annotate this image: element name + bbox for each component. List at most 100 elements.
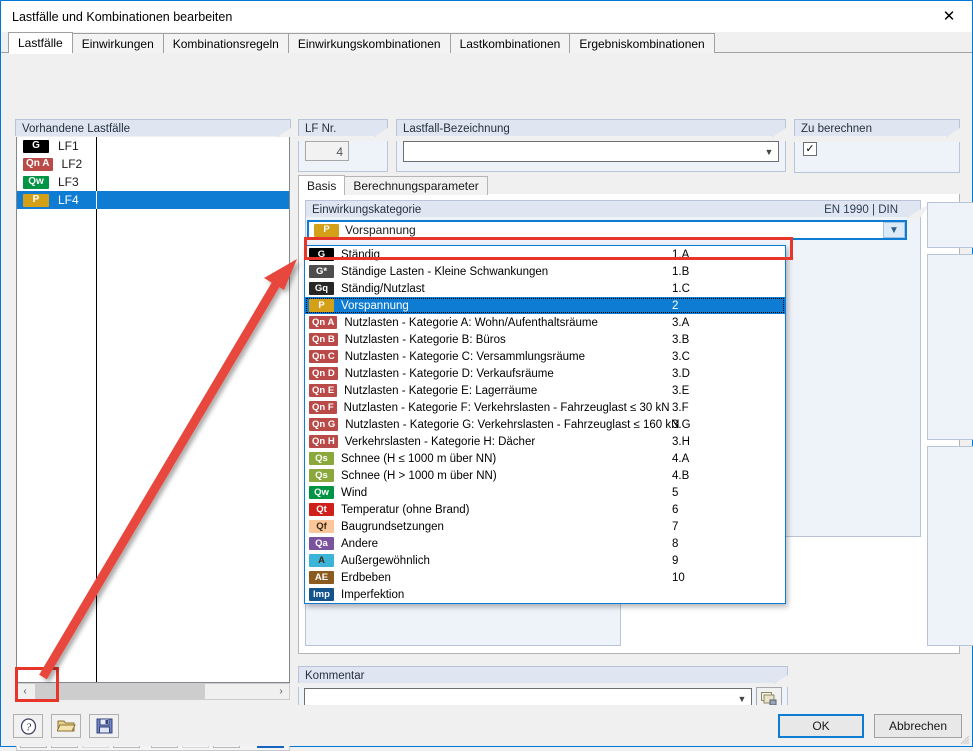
category-label: Imperfektion — [341, 588, 405, 601]
scroll-right-icon[interactable]: › — [273, 686, 289, 697]
load-case-name: LF4 — [58, 193, 79, 207]
category-label: Andere — [341, 537, 379, 550]
category-badge: Qn H — [309, 435, 338, 448]
lf-number-input[interactable]: 4 — [305, 141, 349, 161]
tab-label: Ergebniskombinationen — [579, 36, 705, 51]
dropdown-option[interactable]: Qs Schnee (H ≤ 1000 m über NN) 4.A — [305, 450, 785, 467]
tab-lastkombinationen[interactable]: Lastkombinationen — [449, 33, 571, 53]
tab-einwirkungskombinationen[interactable]: Einwirkungskombinationen — [287, 33, 451, 53]
group-title: Kommentar — [305, 669, 365, 682]
dropdown-option[interactable]: Qa Andere 8 — [305, 535, 785, 552]
load-case-badge: Qn A — [23, 157, 53, 171]
chevron-down-icon[interactable]: ▼ — [760, 147, 778, 157]
load-case-list[interactable]: G LF1 Qn A LF2 Qw LF3 P LF4 — [16, 137, 290, 683]
dropdown-option[interactable]: Qt Temperatur (ohne Brand) 6 — [305, 501, 785, 518]
list-item[interactable]: Qw LF3 — [17, 173, 289, 191]
group-title: Einwirkungskategorie — [312, 203, 422, 216]
cancel-button[interactable]: Abbrechen — [874, 714, 962, 738]
category-code: 3.F — [672, 401, 689, 414]
group-body: 4 — [298, 141, 388, 172]
dropdown-option[interactable]: Qn H Verkehrslasten - Kategorie H: Dächer… — [305, 433, 785, 450]
load-case-badge: P — [23, 193, 49, 207]
list-item[interactable]: G LF1 — [17, 137, 289, 155]
load-case-badge: G — [23, 139, 49, 153]
category-code: 10 — [672, 571, 685, 584]
tab-kombinationsregeln[interactable]: Kombinationsregeln — [162, 33, 289, 53]
category-badge: Qn F — [309, 401, 337, 414]
save-button[interactable] — [89, 714, 119, 738]
floppy-save-icon — [96, 718, 112, 734]
help-button[interactable]: ? — [13, 714, 43, 738]
load-case-name: LF3 — [58, 175, 79, 189]
list-horizontal-scrollbar[interactable]: ‹ › — [16, 683, 290, 700]
category-badge: G — [309, 248, 334, 261]
category-code: 1.A — [672, 248, 690, 261]
dropdown-option[interactable]: Qw Wind 5 — [305, 484, 785, 501]
category-badge: Qs — [309, 469, 334, 482]
tab-lastfaelle[interactable]: Lastfälle — [8, 32, 73, 54]
action-category-combo[interactable]: P Vorspannung ▼ — [307, 220, 907, 240]
right-panel-box-2 — [927, 254, 973, 440]
dropdown-option[interactable]: Qn E Nutzlasten - Kategorie E: Lagerräume… — [305, 382, 785, 399]
dropdown-option[interactable]: Qn B Nutzlasten - Kategorie B: Büros 3.B — [305, 331, 785, 348]
category-label: Ständig/Nutzlast — [341, 282, 425, 295]
group-body: ✓ — [794, 142, 960, 173]
tab-ergebniskombinationen[interactable]: Ergebniskombinationen — [569, 33, 715, 53]
category-code: 3.E — [672, 384, 690, 397]
open-button[interactable] — [51, 714, 81, 738]
ok-label: OK — [812, 719, 830, 733]
category-badge: Qn E — [309, 384, 338, 397]
dropdown-option[interactable]: Gq Ständig/Nutzlast 1.C — [305, 280, 785, 297]
close-icon[interactable]: ✕ — [926, 1, 972, 31]
category-code: 1.C — [672, 282, 690, 295]
corner-notch — [774, 667, 800, 684]
category-badge: P — [309, 299, 334, 312]
tab-basis[interactable]: Basis — [298, 175, 346, 196]
category-label: Außergewöhnlich — [341, 554, 430, 567]
list-item[interactable]: Qn A LF2 — [17, 155, 289, 173]
tab-einwirkungen[interactable]: Einwirkungen — [71, 33, 164, 53]
existing-load-cases-group: Vorhandene Lastfälle — [15, 119, 291, 136]
scroll-left-icon[interactable]: ‹ — [17, 686, 33, 697]
category-code: 3.A — [672, 316, 690, 329]
scrollbar-thumb[interactable] — [35, 684, 205, 699]
chevron-down-icon[interactable]: ▼ — [883, 222, 905, 238]
action-category-dropdown-list[interactable]: G Ständig 1.A G* Ständige Lasten - Kleine Sc… — [304, 245, 786, 604]
designation-combo[interactable]: ▼ — [403, 141, 779, 162]
dropdown-option[interactable]: Qf Baugrundsetzungen 7 — [305, 518, 785, 535]
inner-tab-strip: Basis Berechnungsparameter — [298, 175, 960, 196]
to-calculate-checkbox[interactable]: ✓ — [803, 142, 817, 156]
dropdown-option[interactable]: Qs Schnee (H > 1000 m über NN) 4.B — [305, 467, 785, 484]
open-folder-icon — [56, 720, 76, 732]
group-header: Vorhandene Lastfälle — [15, 119, 291, 136]
dropdown-option[interactable]: Qn A Nutzlasten - Kategorie A: Wohn/Aufen… — [305, 314, 785, 331]
dropdown-option[interactable]: Qn G Nutzlasten - Kategorie G: Verkehrsla… — [305, 416, 785, 433]
designation-group: Lastfall-Bezeichnung ▼ — [396, 119, 786, 172]
list-item-selected[interactable]: P LF4 — [17, 191, 289, 209]
dropdown-option[interactable]: AE Erdbeben 10 — [305, 569, 785, 586]
selected-dropdown-option[interactable]: P Vorspannung 2 — [305, 297, 785, 314]
category-label: Wind — [341, 486, 368, 499]
category-label: Nutzlasten - Kategorie B: Büros — [344, 333, 506, 346]
group-title: LF Nr. — [305, 122, 337, 135]
chevron-down-icon[interactable]: ▼ — [733, 694, 751, 704]
category-label: Nutzlasten - Kategorie C: Versammlungsrä… — [344, 350, 586, 363]
dropdown-option[interactable]: Qn D Nutzlasten - Kategorie D: Verkaufsrä… — [305, 365, 785, 382]
dropdown-option[interactable]: Qn F Nutzlasten - Kategorie F: Verkehrsla… — [305, 399, 785, 416]
dropdown-option[interactable]: Qn C Nutzlasten - Kategorie C: Versammlun… — [305, 348, 785, 365]
tab-berechnungsparameter[interactable]: Berechnungsparameter — [344, 176, 488, 195]
category-badge: Imp — [309, 588, 334, 601]
corner-notch — [946, 120, 972, 137]
dropdown-option[interactable]: Imp Imperfektion — [305, 586, 785, 603]
title-bar: Lastfälle und Kombinationen bearbeiten ✕ — [1, 1, 972, 32]
category-badge: Gq — [309, 282, 334, 295]
group-header: Lastfall-Bezeichnung — [396, 119, 786, 136]
ok-button[interactable]: OK — [778, 714, 864, 738]
group-title: Lastfall-Bezeichnung — [403, 122, 510, 135]
dropdown-option[interactable]: G Ständig 1.A — [305, 246, 785, 263]
main-tab-strip: Lastfälle Einwirkungen Kombinationsregel… — [1, 32, 972, 54]
dropdown-option[interactable]: A Außergewöhnlich 9 — [305, 552, 785, 569]
dropdown-option[interactable]: G* Ständige Lasten - Kleine Schwankungen 1… — [305, 263, 785, 280]
resize-grip-icon[interactable] — [958, 733, 970, 745]
cancel-label: Abbrechen — [888, 719, 948, 733]
